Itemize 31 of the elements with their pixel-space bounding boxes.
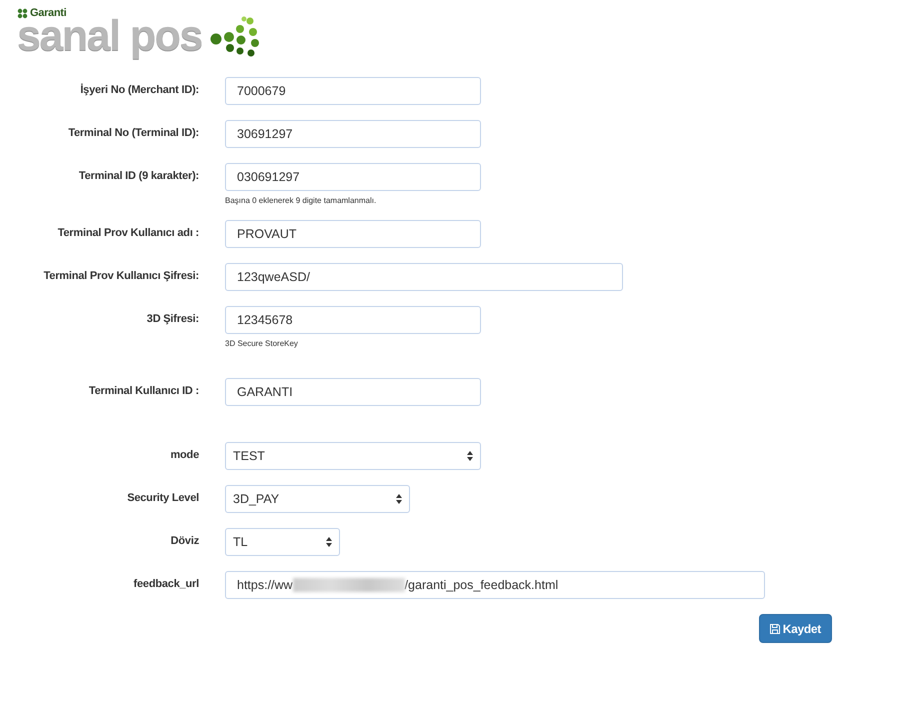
clover-icon: [17, 8, 28, 18]
field-label: İşyeri No (Merchant ID):: [79, 82, 199, 98]
text-field[interactable]: GARANTI: [225, 378, 481, 406]
field-label: Terminal ID (9 karakter):: [78, 169, 199, 184]
help-text: 3D Secure StoreKey: [225, 339, 299, 348]
help-text: Başına 0 eklenerek 9 digite tamamlanmalı.: [225, 196, 378, 205]
field-label: Terminal Kullanıcı ID :: [88, 384, 199, 399]
updown-caret-icon: [467, 451, 473, 461]
field-label: feedback_url: [132, 577, 199, 592]
select-field[interactable]: 3D_PAY: [225, 485, 410, 513]
field-label: Security Level: [126, 491, 199, 506]
save-button[interactable]: Kaydet: [758, 614, 832, 643]
dots-logo-icon: [210, 15, 262, 57]
updown-caret-icon: [396, 494, 402, 504]
field-label: Döviz: [170, 534, 199, 549]
select-field[interactable]: TL: [225, 528, 340, 556]
text-field[interactable]: 7000679: [225, 77, 481, 105]
updown-caret-icon: [326, 537, 332, 547]
text-field[interactable]: 030691297: [225, 163, 481, 191]
url-field[interactable]: https://ww /garanti_pos_feedback.html: [225, 571, 765, 599]
bank-name: Garanti: [30, 7, 66, 19]
text-field[interactable]: 30691297: [225, 120, 481, 148]
field-label: mode: [169, 448, 199, 463]
field-label: Terminal No (Terminal ID):: [67, 126, 199, 141]
field-label: Terminal Prov Kullanıcı Şifresi:: [42, 269, 199, 284]
field-label: Terminal Prov Kullanıcı adı :: [56, 226, 199, 241]
text-field[interactable]: 123qweASD/: [225, 263, 623, 291]
select-field[interactable]: TEST: [225, 442, 481, 470]
field-label: 3D Şifresi:: [146, 312, 199, 327]
text-field[interactable]: 12345678: [225, 306, 481, 334]
text-field[interactable]: PROVAUT: [225, 220, 481, 248]
